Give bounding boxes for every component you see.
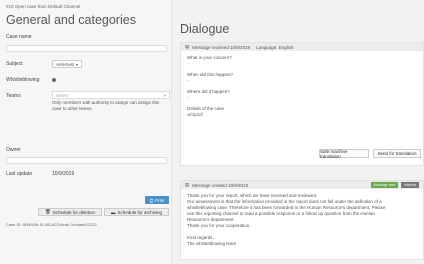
created-message-card: ▤ Message created 10/9/2019 Message sent…	[180, 180, 424, 260]
teams-row: Teams	[6, 93, 52, 99]
message-sent-badge: Message sent	[370, 182, 399, 188]
internal-badge: Internal	[401, 182, 419, 188]
chevron-down-icon: ▾	[76, 61, 79, 67]
teams-placeholder: Select	[56, 93, 69, 98]
schedule-deletion-label: Schedule for deletion	[52, 209, 95, 215]
send-translation-button[interactable]: Send for translation	[373, 149, 421, 158]
subject-label: Subject	[6, 61, 23, 67]
owner-row: Owner	[6, 147, 52, 153]
general-panel: #10 Open case from Default Channel Gener…	[0, 0, 171, 264]
message-icon: ▤	[185, 182, 190, 187]
case-name-label: Case name	[6, 34, 32, 40]
schedule-archiving-label: Schedule for archiving	[117, 209, 163, 215]
last-update-label: Last update	[6, 171, 33, 177]
subject-select[interactable]: Anti-trust ▾	[52, 60, 83, 68]
subject-row: Subject Anti-trust ▾	[6, 60, 83, 68]
teams-label: Teams	[6, 93, 21, 99]
whistleblowing-row: Whistleblowing	[6, 77, 56, 83]
answer-text: -	[187, 78, 189, 83]
question-item: Details of the case wfdgddf	[187, 106, 417, 118]
last-update-row: Last update 10/9/2019	[6, 171, 74, 177]
chevron-down-icon: ▾	[163, 93, 166, 98]
whistleblowing-label: Whistleblowing	[6, 77, 40, 83]
owner-input[interactable]	[6, 157, 167, 164]
teams-select[interactable]: Select ▾	[52, 91, 170, 99]
subject-value: Anti-trust	[56, 61, 75, 67]
archive-icon: ▬	[110, 209, 116, 215]
schedule-deletion-button[interactable]: 🗑 Schedule for deletion	[38, 208, 102, 216]
dialogue-title: Dialogue	[180, 22, 230, 36]
received-message-card: ▤ Message received 10/9/2019 Language: E…	[180, 42, 424, 166]
safe-translation-button[interactable]: Safe machine translation	[319, 149, 369, 159]
page-title: General and categories	[6, 13, 136, 27]
schedule-archiving-button[interactable]: ▬ Schedule for archiving	[104, 208, 169, 216]
print-icon: ⎙	[149, 197, 154, 203]
print-label: Print	[155, 197, 165, 203]
answer-text: -	[187, 61, 189, 66]
answer-text: wfdgddf	[187, 112, 203, 117]
case-name-input[interactable]	[6, 45, 167, 52]
case-id: Case ID: f834f43b-51-85-4f23-8eab-3ccdaa…	[6, 222, 97, 227]
case-name-row: Case name	[6, 34, 52, 40]
received-header-text: Message received 10/9/2019	[192, 44, 251, 50]
dialogue-panel: Dialogue ▤ Message received 10/9/2019 La…	[171, 0, 424, 264]
question-item: What is your concern? -	[187, 55, 417, 67]
received-message-header: ▤ Message received 10/9/2019 Language: E…	[181, 43, 423, 51]
created-message-body: Thank you for your report, which we have…	[181, 189, 423, 251]
case-header: #10 Open case from Default Channel	[6, 4, 81, 9]
print-button[interactable]: ⎙ Print	[145, 196, 169, 204]
trash-icon: 🗑	[45, 209, 51, 214]
message-line: The whistleblowing team	[187, 241, 237, 246]
language-text: Language: English	[256, 44, 294, 50]
owner-label: Owner	[6, 147, 21, 153]
received-message-body: What is your concern? - When did this ha…	[181, 51, 423, 127]
created-message-header: ▤ Message created 10/9/2019 Message sent…	[181, 181, 423, 189]
message-icon: ▤	[185, 44, 190, 49]
last-update-value: 10/9/2019	[52, 171, 75, 177]
whistleblowing-radio[interactable]	[52, 78, 56, 82]
question-item: Where did it happen? -	[187, 89, 417, 101]
answer-text: -	[187, 95, 189, 100]
question-item: When did this happen? -	[187, 72, 417, 84]
created-header-text: Message created 10/9/2019	[192, 182, 249, 188]
teams-hint: Only members with authority to assign ca…	[52, 100, 160, 111]
